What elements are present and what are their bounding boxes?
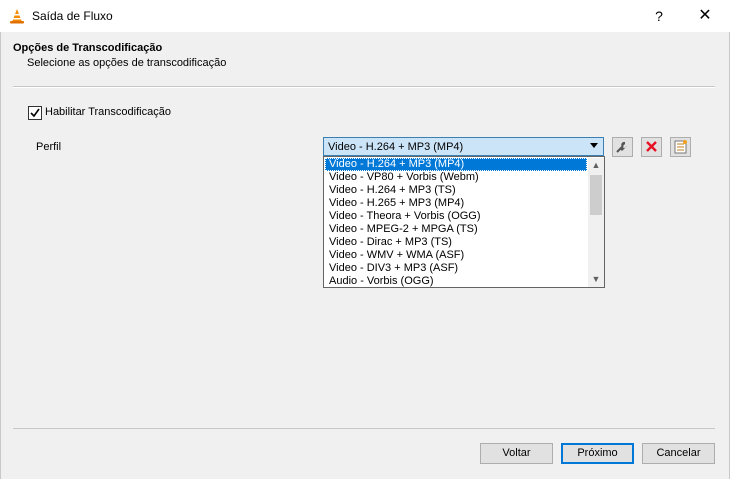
checkmark-icon [30,108,40,118]
profile-option[interactable]: Audio - Vorbis (OGG) [325,275,587,288]
profile-option[interactable]: Video - H.264 + MP3 (MP4) [325,158,587,171]
help-button[interactable]: ? [640,2,678,30]
delete-profile-button[interactable] [641,137,662,157]
chevron-down-icon [590,143,598,148]
next-button[interactable]: Próximo [561,443,634,464]
profile-option[interactable]: Video - VP80 + Vorbis (Webm) [325,171,587,184]
window-title: Saída de Fluxo [32,9,113,23]
profile-label: Perfil [36,141,62,153]
close-button[interactable]: ✕ [686,2,724,30]
profile-dropdown-list[interactable]: Video - H.264 + MP3 (MP4) Video - VP80 +… [323,156,605,288]
wizard-header: Opções de Transcodificação Selecione as … [0,32,730,86]
enable-transcoding-checkbox[interactable] [28,106,42,120]
new-profile-icon [674,140,687,154]
profile-select-value: Video - H.264 + MP3 (MP4) [328,141,464,153]
profile-option[interactable]: Video - WMV + WMA (ASF) [325,249,587,262]
dropdown-scrollbar[interactable]: ▲ ▼ [588,158,604,287]
scroll-down-icon[interactable]: ▼ [588,272,604,287]
wrench-icon [616,141,627,153]
edit-profile-button[interactable] [612,137,633,157]
title-bar: Saída de Fluxo ? ✕ [0,0,730,32]
scrollbar-thumb[interactable] [590,175,602,215]
new-profile-button[interactable] [670,137,691,157]
delete-icon [646,141,657,152]
window-border-left [0,32,1,479]
profile-option[interactable]: Video - H.265 + MP3 (MP4) [325,197,587,210]
profile-option[interactable]: Video - DIV3 + MP3 (ASF) [325,262,587,275]
back-button[interactable]: Voltar [480,443,553,464]
profile-option[interactable]: Video - Theora + Vorbis (OGG) [325,210,587,223]
profile-option[interactable]: Video - Dirac + MP3 (TS) [325,236,587,249]
profile-option[interactable]: Video - H.264 + MP3 (TS) [325,184,587,197]
page-title: Opções de Transcodificação [13,42,163,54]
enable-transcoding-label[interactable]: Habilitar Transcodificação [45,106,171,118]
header-divider [13,86,715,88]
scroll-up-icon[interactable]: ▲ [588,158,604,173]
footer-divider [13,428,715,429]
profile-option[interactable]: Video - MPEG-2 + MPGA (TS) [325,223,587,236]
vlc-cone-icon [10,9,24,24]
profile-select[interactable]: Video - H.264 + MP3 (MP4) [323,137,604,156]
page-subtitle: Selecione as opções de transcodificação [27,57,227,69]
cancel-button[interactable]: Cancelar [642,443,715,464]
